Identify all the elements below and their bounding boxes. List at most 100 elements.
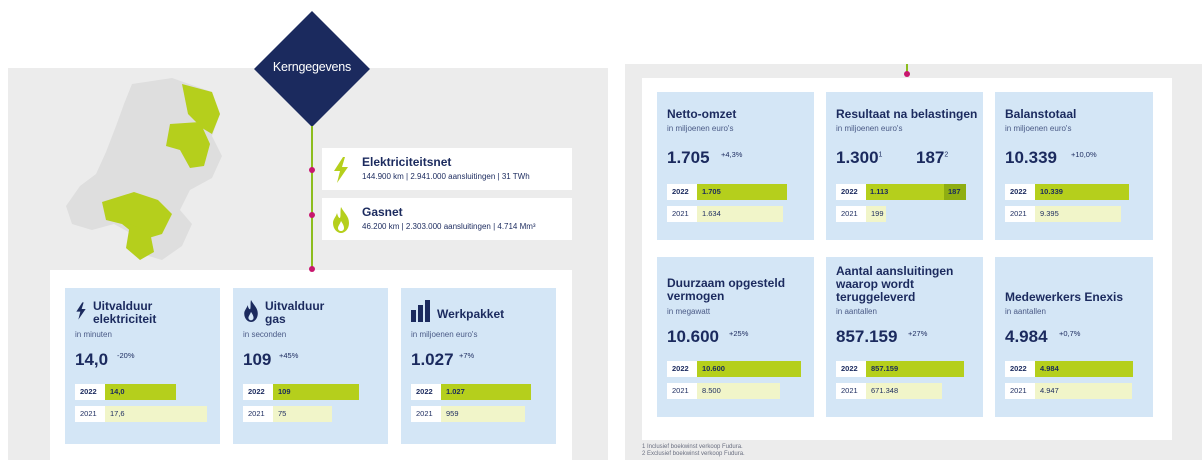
card-value-secondary: 1872: [916, 148, 949, 167]
footnote-ref: 1: [878, 151, 883, 159]
card-unit: in aantallen: [836, 307, 877, 316]
card-unit: in miljoenen euro's: [836, 124, 903, 133]
network-title: Gasnet: [362, 205, 403, 219]
network-title: Elektriciteitsnet: [362, 155, 452, 169]
bar-2022: 2022 1.113 187: [836, 184, 966, 200]
kpi-card-medewerkers-enexis: Medewerkers Enexis in aantallen 4.984 +0…: [995, 257, 1153, 417]
bar-2022-fill: 857.159: [866, 361, 964, 377]
lightning-icon: [76, 302, 86, 320]
bar-2022: 2022 857.159: [836, 361, 964, 377]
kpi-card-uitvalduur-gas: Uitvalduur gas in seconden 109 +45% 2022…: [233, 288, 388, 444]
kpi-card-uitvalduur-elektriciteit: Uitvalduur elektriciteit in minuten 14,0…: [65, 288, 220, 444]
footnotes: 1 Inclusief boekwinst verkoop Fudura. 2 …: [642, 444, 745, 458]
footnote: 2 Exclusief boekwinst verkoop Fudura.: [642, 451, 745, 457]
footnote: 1 Inclusief boekwinst verkoop Fudura.: [642, 444, 743, 450]
bar-2021-fill: 671.348: [866, 383, 942, 399]
bar-2022: 2022 14,0: [75, 384, 187, 400]
connector-line: [311, 126, 313, 270]
kpi-card-resultaat-na-belastingen: Resultaat na belastingen in miljoenen eu…: [826, 92, 983, 240]
card-change: +25%: [729, 329, 749, 338]
card-value: 1.027: [411, 350, 454, 369]
card-value: 1.3001: [836, 148, 883, 167]
card-change: +4,3%: [721, 150, 743, 159]
card-title: Balanstotaal: [1005, 107, 1077, 121]
card-value: 857.159: [836, 327, 898, 346]
network-detail: 46.200 km | 2.303.000 aansluitingen | 4.…: [362, 222, 536, 231]
card-title: Uitvalduur elektriciteit: [93, 299, 157, 326]
kpi-card-balanstotaal: Balanstotaal in miljoenen euro's 10.339 …: [995, 92, 1153, 240]
card-change: +45%: [279, 351, 299, 360]
card-unit: in minuten: [75, 330, 112, 339]
bar-2021: 2021 8.500: [667, 383, 801, 399]
bar-2022-fill: 109: [273, 384, 359, 400]
bar-2021: 2021 9.395: [1005, 206, 1129, 222]
bar-2022-fill: 1.705: [697, 184, 787, 200]
card-change: +7%: [459, 351, 475, 360]
card-title: Duurzaam opgesteld vermogen: [667, 276, 786, 303]
bar-2021-fill: 1.634: [697, 206, 783, 222]
bar-2021: 2021 199: [836, 206, 966, 222]
bar-2021: 2021 671.348: [836, 383, 964, 399]
card-value: 10.339: [1005, 148, 1057, 167]
header-diamond: Kerngegevens: [254, 11, 370, 127]
bar-2022-fill: 14,0: [105, 384, 176, 400]
connector-dot: [904, 71, 910, 77]
bar-2022-segment-a: 1.113: [866, 184, 944, 200]
bar-2021: 2021 959: [411, 406, 531, 422]
bar-2021-fill: 75: [273, 406, 332, 422]
card-unit: in miljoenen euro's: [667, 124, 734, 133]
bar-chart-icon: [411, 300, 430, 322]
bar-2021: 2021 17,6: [75, 406, 207, 422]
bar-2021-fill: 8.500: [697, 383, 780, 399]
bar-2021: 2021 1.634: [667, 206, 787, 222]
card-title: Resultaat na belastingen: [836, 107, 978, 121]
card-title: Uitvalduur gas: [265, 299, 325, 326]
netherlands-map: [66, 78, 222, 260]
connector-dot: [309, 266, 315, 272]
bar-2022: 2022 1.027: [411, 384, 531, 400]
bar-2021-fill: 17,6: [105, 406, 207, 422]
card-title: Netto-omzet: [667, 107, 737, 121]
connector-dot: [309, 212, 315, 218]
card-title: Aantal aansluitingen waarop wordt terugg…: [836, 264, 954, 304]
bar-2022-fill: 4.984: [1035, 361, 1133, 377]
card-unit: in seconden: [243, 330, 287, 339]
kpi-card-aantal-aansluitingen: Aantal aansluitingen waarop wordt terugg…: [826, 257, 983, 417]
kpi-card-duurzaam-opgesteld-vermogen: Duurzaam opgesteld vermogen in megawatt …: [657, 257, 814, 417]
card-unit: in miljoenen euro's: [411, 330, 478, 339]
card-value: 1.705: [667, 148, 710, 167]
bar-2022: 2022 10.600: [667, 361, 801, 377]
card-value: 109: [243, 350, 272, 369]
network-gas: Gasnet 46.200 km | 2.303.000 aansluiting…: [322, 198, 572, 240]
card-value: 10.600: [667, 327, 719, 346]
bar-2021-fill: 9.395: [1035, 206, 1121, 222]
network-electricity: Elektriciteitsnet 144.900 km | 2.941.000…: [322, 148, 572, 190]
kpi-card-werkpakket: Werkpakket in miljoenen euro's 1.027 +7%…: [401, 288, 556, 444]
bar-2022: 2022 1.705: [667, 184, 787, 200]
bar-2022-segment-b: 187: [944, 184, 966, 200]
lightning-icon: [334, 157, 348, 183]
bar-2021-fill: 199: [866, 206, 886, 222]
card-unit: in aantallen: [1005, 307, 1046, 316]
bar-2022: 2022 4.984: [1005, 361, 1133, 377]
bar-2022-fill: 10.600: [697, 361, 801, 377]
bar-2021: 2021 4.947: [1005, 383, 1133, 399]
card-change: +27%: [908, 329, 928, 338]
card-unit: in miljoenen euro's: [1005, 124, 1072, 133]
bar-2021-fill: 4.947: [1035, 383, 1132, 399]
card-value: 14,0: [75, 350, 109, 369]
card-unit: in megawatt: [667, 307, 711, 316]
kpi-card-netto-omzet: Netto-omzet in miljoenen euro's 1.705 +4…: [657, 92, 814, 240]
bar-2022: 2022 109: [243, 384, 359, 400]
page-title: Kerngegevens: [272, 60, 352, 74]
bar-2022: 2022 10.339: [1005, 184, 1129, 200]
network-detail: 144.900 km | 2.941.000 aansluitingen | 3…: [362, 172, 530, 181]
card-title: Werkpakket: [437, 307, 505, 321]
flame-icon: [333, 207, 349, 233]
card-change: +0,7%: [1059, 329, 1081, 338]
card-change: -20%: [117, 351, 135, 360]
bar-2021-fill: 959: [441, 406, 525, 422]
footnote-ref: 2: [944, 151, 949, 159]
card-title: Medewerkers Enexis: [1005, 290, 1124, 304]
card-change: +10,0%: [1071, 150, 1097, 159]
